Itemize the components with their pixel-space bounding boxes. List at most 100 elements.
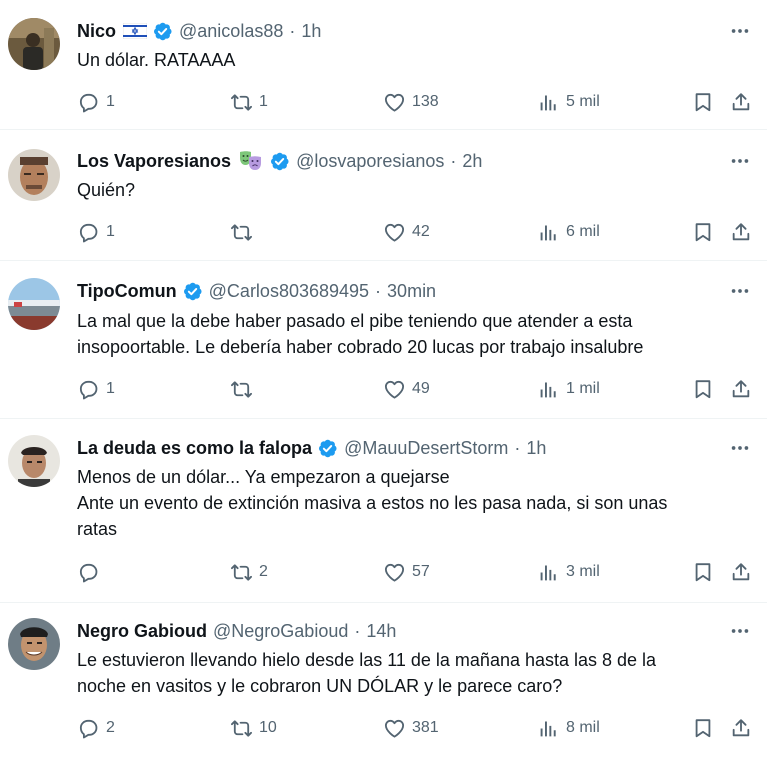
retweet-icon: [230, 91, 253, 114]
like-count: 57: [412, 563, 430, 580]
bookmark-icon: [691, 221, 714, 244]
timestamp[interactable]: 14h: [366, 621, 396, 642]
heart-icon: [383, 561, 406, 584]
more-options-icon[interactable]: [729, 280, 751, 302]
like-button[interactable]: 57: [383, 560, 430, 584]
separator: ·: [375, 280, 382, 301]
share-button[interactable]: [729, 377, 752, 401]
user-handle[interactable]: @anicolas88: [179, 21, 283, 42]
reply-icon: [77, 91, 100, 114]
action-bar: 2 10 381 8 mil: [77, 716, 753, 740]
retweet-button[interactable]: 1: [230, 90, 268, 114]
user-handle[interactable]: @MauuDesertStorm: [344, 438, 508, 459]
views-button[interactable]: 3 mil: [537, 560, 600, 584]
heart-icon: [383, 378, 406, 401]
tweet[interactable]: Negro Gabioud @NegroGabioud · 14h Le est…: [0, 604, 767, 759]
views-button[interactable]: 1 mil: [537, 377, 600, 401]
more-options-icon[interactable]: [729, 150, 751, 172]
display-name[interactable]: La deuda es como la falopa: [77, 438, 312, 459]
like-count: 42: [412, 223, 430, 240]
verified-badge-icon[interactable]: [317, 438, 338, 459]
heart-icon: [383, 717, 406, 740]
views-button[interactable]: 6 mil: [537, 220, 600, 244]
reply-count: 1: [106, 223, 115, 240]
bookmark-button[interactable]: [691, 377, 714, 401]
tweet-text: Quién?: [77, 180, 136, 200]
views-button[interactable]: 8 mil: [537, 716, 600, 740]
more-options-icon[interactable]: [729, 20, 751, 42]
more-options-icon[interactable]: [729, 620, 751, 642]
view-count: 6 mil: [566, 223, 600, 240]
retweet-button[interactable]: 2: [230, 560, 268, 584]
display-name[interactable]: Los Vaporesianos: [77, 151, 231, 172]
bookmark-button[interactable]: [691, 560, 714, 584]
retweet-button[interactable]: [230, 377, 259, 401]
reply-button[interactable]: 1: [77, 220, 115, 244]
like-count: 49: [412, 380, 430, 397]
share-icon: [729, 561, 752, 584]
timestamp[interactable]: 1h: [301, 21, 321, 42]
view-count: 3 mil: [566, 563, 600, 580]
avatar[interactable]: [8, 278, 60, 330]
reply-icon: [77, 717, 100, 740]
share-button[interactable]: [729, 90, 752, 114]
like-button[interactable]: 138: [383, 90, 439, 114]
timestamp[interactable]: 30min: [387, 281, 436, 302]
user-handle[interactable]: @NegroGabioud: [213, 621, 348, 642]
bookmark-icon: [691, 91, 714, 114]
display-name[interactable]: TipoComun: [77, 281, 177, 302]
reply-icon: [77, 378, 100, 401]
avatar[interactable]: [8, 18, 60, 70]
avatar[interactable]: [8, 435, 60, 487]
reply-count: 1: [106, 380, 115, 397]
bookmark-button[interactable]: [691, 90, 714, 114]
analytics-icon: [537, 221, 560, 244]
bookmark-button[interactable]: [691, 220, 714, 244]
reply-icon: [77, 561, 100, 584]
bookmark-icon: [691, 378, 714, 401]
retweet-count: 1: [259, 93, 268, 110]
like-button[interactable]: 42: [383, 220, 430, 244]
user-handle[interactable]: @Carlos803689495: [209, 281, 369, 302]
timestamp[interactable]: 1h: [526, 438, 546, 459]
reply-button[interactable]: 2: [77, 716, 115, 740]
reply-button[interactable]: 1: [77, 90, 115, 114]
separator: ·: [450, 150, 457, 171]
retweet-button[interactable]: 10: [230, 716, 277, 740]
retweet-icon: [230, 561, 253, 584]
like-button[interactable]: 381: [383, 716, 439, 740]
tweet-text: Le estuvieron llevando hielo desde las 1…: [77, 650, 657, 696]
analytics-icon: [537, 717, 560, 740]
reply-count: 1: [106, 93, 115, 110]
tweet-text: Un dólar. RATAAAA: [77, 50, 236, 70]
views-button[interactable]: 5 mil: [537, 90, 600, 114]
retweet-count: 10: [259, 719, 277, 736]
verified-badge-icon[interactable]: [182, 281, 203, 302]
share-icon: [729, 91, 752, 114]
avatar[interactable]: [8, 618, 60, 670]
tweet-text: Menos de un dólar... Ya empezaron a quej…: [77, 467, 668, 539]
separator: ·: [514, 437, 521, 458]
avatar[interactable]: [8, 149, 60, 201]
timestamp[interactable]: 2h: [462, 151, 482, 172]
retweet-icon: [230, 378, 253, 401]
share-button[interactable]: [729, 560, 752, 584]
share-button[interactable]: [729, 220, 752, 244]
verified-badge-icon[interactable]: [269, 151, 290, 172]
reply-button[interactable]: [77, 560, 106, 584]
reply-button[interactable]: 1: [77, 377, 115, 401]
share-button[interactable]: [729, 716, 752, 740]
user-handle[interactable]: @losvaporesianos: [296, 151, 444, 172]
tweet[interactable]: TipoComun @Carlos803689495 · 30min La ma…: [0, 262, 767, 419]
retweet-button[interactable]: [230, 220, 259, 244]
view-count: 8 mil: [566, 719, 600, 736]
display-name[interactable]: Negro Gabioud: [77, 621, 207, 642]
more-options-icon[interactable]: [729, 437, 751, 459]
tweet[interactable]: Los Vaporesianos @losvaporesianos · 2h Q…: [0, 131, 767, 261]
tweet[interactable]: Nico @anicolas88 · 1h Un dólar. RATAAAA …: [0, 0, 767, 130]
tweet[interactable]: La deuda es como la falopa @MauuDesertSt…: [0, 420, 767, 603]
like-button[interactable]: 49: [383, 377, 430, 401]
display-name[interactable]: Nico: [77, 21, 116, 42]
bookmark-button[interactable]: [691, 716, 714, 740]
verified-badge-icon[interactable]: [152, 21, 173, 42]
